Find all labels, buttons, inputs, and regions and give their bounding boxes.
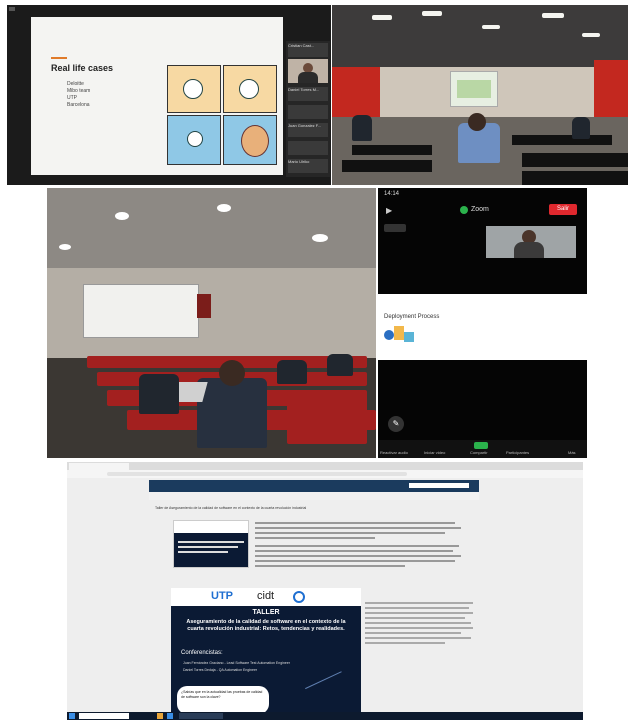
poster-speakers-label: Conferencistas: bbox=[181, 650, 223, 656]
slide-bullet: Mibo team bbox=[67, 88, 91, 94]
start-icon[interactable] bbox=[69, 713, 75, 719]
article-text bbox=[255, 522, 465, 570]
poster-title: Aseguramiento de la calidad de software … bbox=[186, 619, 346, 632]
participant-name: Daniel Torres M... bbox=[288, 87, 328, 101]
whiteboard bbox=[83, 284, 199, 338]
participant-name: Juan Gonzalez F... bbox=[288, 123, 328, 137]
slide-bullet-list: Deloitte Mibo team UTP Barcelona bbox=[67, 81, 90, 109]
audience-member bbox=[572, 117, 590, 139]
comic-strip-image bbox=[167, 65, 277, 165]
share-icon[interactable] bbox=[474, 442, 488, 449]
address-bar[interactable] bbox=[67, 470, 583, 478]
search-input[interactable] bbox=[409, 483, 469, 488]
lecture-hall-photo bbox=[47, 188, 376, 458]
presentation-slide: Real life cases Deloitte Mibo team UTP B… bbox=[31, 17, 283, 175]
projection-screen bbox=[450, 71, 498, 107]
participant-name: Mario Ulriko bbox=[288, 159, 328, 173]
auditorium-photo-color bbox=[332, 5, 628, 185]
participant-sidebar: Cristian Cast... Daniel Torres M... Juan… bbox=[286, 41, 330, 177]
site-header bbox=[149, 480, 479, 492]
audience-member bbox=[352, 115, 372, 141]
window-icon[interactable] bbox=[9, 7, 15, 11]
participant-video bbox=[288, 59, 328, 83]
participant-name: Cristian Cast... bbox=[288, 43, 328, 57]
audio-icon[interactable]: ▶ bbox=[386, 206, 398, 216]
poster-speaker: Daniel Torres Dedaja - QA Automation Eng… bbox=[183, 668, 258, 672]
more-button[interactable]: Más bbox=[568, 450, 576, 455]
poster-logo-bar: UTP cidt bbox=[171, 588, 361, 606]
event-poster: UTP cidt TALLER Aseguramiento de la cali… bbox=[171, 588, 361, 720]
utp-logo: UTP bbox=[211, 590, 233, 602]
leave-button[interactable]: Salir bbox=[549, 204, 577, 215]
shared-slide: Deployment Process bbox=[378, 294, 587, 360]
partner-logo-icon bbox=[293, 591, 305, 603]
participant-video bbox=[486, 226, 576, 258]
article-text-secondary bbox=[365, 602, 475, 647]
phone-zoom-screenshot: 14:14 ▶ Zoom Salir Deployment Process ✎ … bbox=[378, 188, 587, 458]
cidt-logo: cidt bbox=[257, 590, 275, 602]
pencil-icon[interactable]: ✎ bbox=[388, 416, 404, 432]
poster-thumbnail[interactable] bbox=[173, 520, 249, 568]
zoom-screen-share-panel: Real life cases Deloitte Mibo team UTP B… bbox=[7, 5, 331, 185]
taskbar bbox=[67, 712, 583, 720]
ceiling bbox=[47, 188, 376, 268]
slide-illustration bbox=[384, 324, 414, 348]
slide-title: Deployment Process bbox=[384, 314, 440, 320]
start-video-button[interactable]: Iniciar video bbox=[424, 450, 445, 455]
taskbar-search-input[interactable] bbox=[79, 713, 129, 719]
browser-screenshot: Taller de Aseguramiento de la calidad de… bbox=[67, 462, 583, 720]
share-button[interactable]: Compartir bbox=[470, 450, 488, 455]
audience-member bbox=[197, 378, 267, 448]
participant-tile bbox=[288, 105, 328, 119]
cc-button[interactable] bbox=[384, 224, 406, 232]
poster-speaker: Juan Fernández Graciano - Lead Software … bbox=[183, 661, 290, 665]
folder-icon[interactable] bbox=[157, 713, 163, 719]
breadcrumb[interactable] bbox=[149, 492, 479, 500]
audience-member bbox=[139, 374, 179, 414]
bottom-toolbar: Reactivar audio Iniciar video Compartir … bbox=[378, 440, 587, 458]
taskbar-app[interactable] bbox=[179, 713, 223, 719]
audience-member bbox=[327, 354, 353, 376]
slide-bullet: UTP bbox=[67, 95, 77, 101]
browser-tab[interactable] bbox=[69, 463, 129, 470]
participants-button[interactable]: Participantes bbox=[506, 450, 529, 455]
audience-member bbox=[277, 360, 307, 384]
slide-title: Real life cases bbox=[51, 63, 114, 73]
slide-accent-bar bbox=[51, 57, 67, 59]
page-title: Taller de Aseguramiento de la calidad de… bbox=[155, 506, 307, 510]
shield-icon bbox=[460, 206, 468, 214]
browser-tab-bar bbox=[67, 462, 583, 470]
participant-tile bbox=[288, 141, 328, 155]
slide-bullet: Barcelona bbox=[67, 102, 90, 108]
status-time: 14:14 bbox=[384, 191, 400, 197]
poster-heading: TALLER bbox=[252, 609, 280, 616]
unmute-button[interactable]: Reactivar audio bbox=[380, 450, 408, 455]
slide-bullet: Deloitte bbox=[67, 81, 84, 87]
presenter bbox=[197, 294, 211, 318]
zoom-label[interactable]: Zoom bbox=[471, 206, 489, 213]
poster-question-bubble: ¿Sabías que en la actualidad las pruebas… bbox=[177, 686, 269, 714]
browser-icon[interactable] bbox=[167, 713, 173, 719]
